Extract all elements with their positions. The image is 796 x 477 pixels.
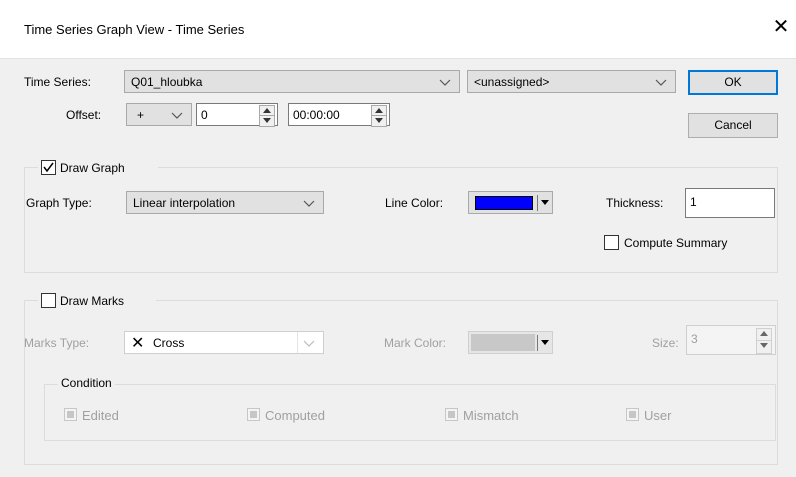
draw-graph-header: Draw Graph [38,159,158,177]
offset-number-value: 0 [201,108,208,122]
secondary-series-select[interactable]: <unassigned> [467,70,676,93]
offset-sign-value: + [137,108,145,122]
computed-label: Computed [265,408,325,423]
chevron-down-icon [171,112,183,119]
mismatch-checkbox[interactable] [445,408,458,421]
computed-checkbox[interactable] [247,408,260,421]
spin-down-icon[interactable] [259,115,275,127]
compute-summary-checkbox[interactable] [604,235,619,250]
size-value: 3 [691,332,698,346]
chevron-down-icon [655,79,667,86]
spin-down-icon[interactable] [371,115,387,127]
offset-time-value: 00:00:00 [293,108,340,122]
size-field[interactable]: 3 [686,325,776,355]
draw-marks-header: Draw Marks [38,292,156,310]
draw-graph-checkbox[interactable] [41,160,56,175]
ok-button[interactable]: OK [688,70,778,95]
line-color-label: Line Color: [385,196,444,210]
window-title: Time Series Graph View - Time Series [24,22,245,37]
condition-label: Condition [58,376,115,392]
thickness-value: 1 [690,195,697,209]
line-color-picker[interactable] [468,191,553,214]
chevron-down-icon [303,340,315,347]
chevron-down-icon [303,200,315,207]
chevron-down-icon [439,79,451,86]
dropdown-arrow-icon [541,200,549,205]
draw-marks-label: Draw Marks [60,294,125,308]
offset-sign-select[interactable]: + [126,103,192,126]
edited-checkbox[interactable] [64,408,77,421]
color-divider [537,335,538,351]
graph-type-select[interactable]: Linear interpolation [126,191,324,214]
checkmark-icon [43,162,54,173]
marks-type-value: Cross [153,336,185,350]
secondary-series-value: <unassigned> [474,75,550,89]
mark-color-label: Mark Color: [384,336,447,350]
cancel-button[interactable]: Cancel [688,113,778,138]
user-checkbox[interactable] [626,408,639,421]
thickness-label: Thickness: [606,196,664,210]
offset-number-field[interactable]: 0 [196,103,278,127]
offset-label: Offset: [66,108,102,122]
time-series-select[interactable]: Q01_hloubka [124,70,460,93]
line-color-swatch [475,196,533,210]
time-series-value: Q01_hloubka [131,75,203,89]
time-series-label: Time Series: [24,75,91,89]
draw-graph-label: Draw Graph [60,161,125,175]
combo-divider [297,332,298,353]
thickness-field[interactable]: 1 [685,188,775,218]
edited-label: Edited [82,408,119,423]
color-divider [537,195,538,211]
dropdown-arrow-icon [541,340,549,345]
cross-icon: ✕ [131,335,145,352]
draw-graph-group [24,167,778,273]
graph-type-value: Linear interpolation [133,196,236,210]
size-label: Size: [652,336,679,350]
user-label: User [644,408,672,423]
offset-time-field[interactable]: 00:00:00 [288,103,390,127]
spin-down-icon[interactable] [756,340,772,354]
close-icon[interactable]: ✕ [770,16,792,38]
marks-type-select[interactable]: ✕ Cross [124,331,324,354]
marks-type-label: Marks Type: [24,336,90,350]
title-divider [0,58,796,59]
graph-type-label: Graph Type: [26,196,92,210]
mark-color-picker[interactable] [468,331,553,354]
mismatch-label: Mismatch [463,408,519,423]
draw-marks-checkbox[interactable] [41,293,56,308]
mark-color-swatch [471,334,535,351]
compute-summary-label: Compute Summary [624,236,728,250]
